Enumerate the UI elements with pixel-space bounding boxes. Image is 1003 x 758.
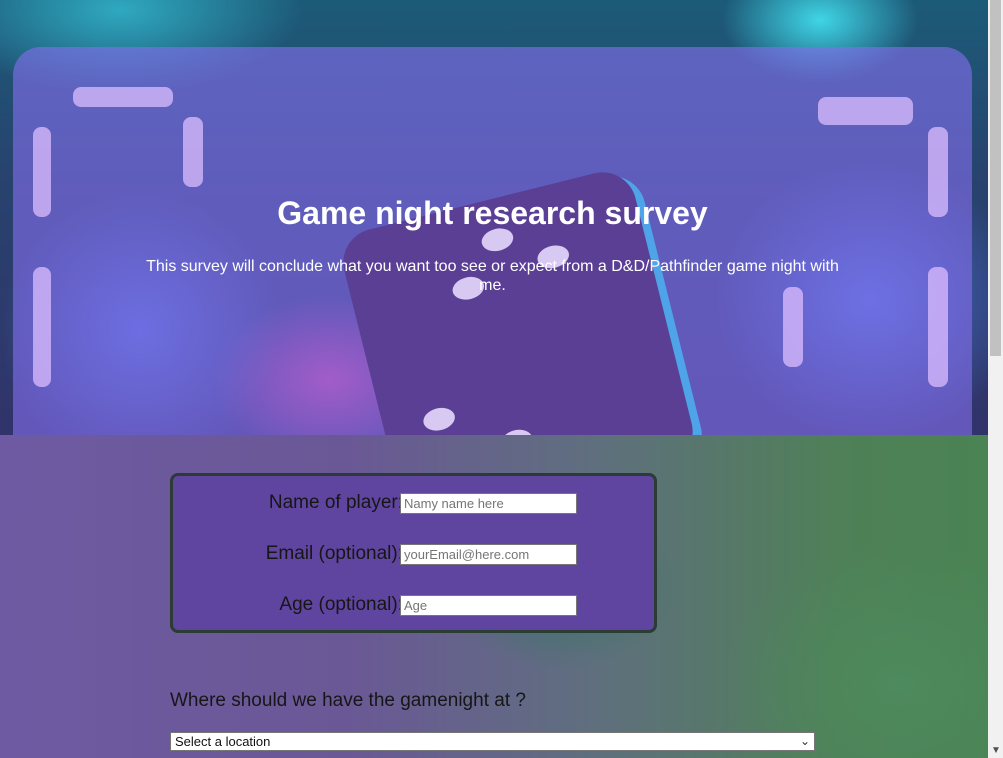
- email-row: Email (optional):: [173, 543, 660, 565]
- name-row: Name of player:: [173, 492, 660, 514]
- page-title: Game night research survey: [277, 195, 708, 231]
- scroll-down-arrow-icon[interactable]: ▼: [991, 745, 1001, 756]
- age-input[interactable]: [400, 595, 577, 616]
- location-question: Where should we have the gamenight at ?: [170, 690, 526, 711]
- email-input[interactable]: [400, 544, 577, 565]
- chevron-down-icon: ⌄: [799, 734, 810, 748]
- name-input[interactable]: [400, 493, 577, 514]
- name-label: Name of player:: [268, 492, 403, 513]
- age-label: Age (optional):: [279, 594, 403, 615]
- location-select[interactable]: Select a location ⌄: [170, 732, 815, 751]
- location-select-value: Select a location: [175, 734, 271, 749]
- scrollbar-thumb[interactable]: [990, 0, 1001, 356]
- age-row: Age (optional):: [173, 594, 660, 616]
- hero-header: Game night research survey This survey w…: [13, 47, 972, 295]
- player-info-form: Name of player: Email (optional): Age (o…: [170, 473, 657, 633]
- email-label: Email (optional):: [265, 543, 403, 564]
- page-scrollbar[interactable]: ▼: [988, 0, 1003, 758]
- page-description: This survey will conclude what you want …: [146, 258, 839, 294]
